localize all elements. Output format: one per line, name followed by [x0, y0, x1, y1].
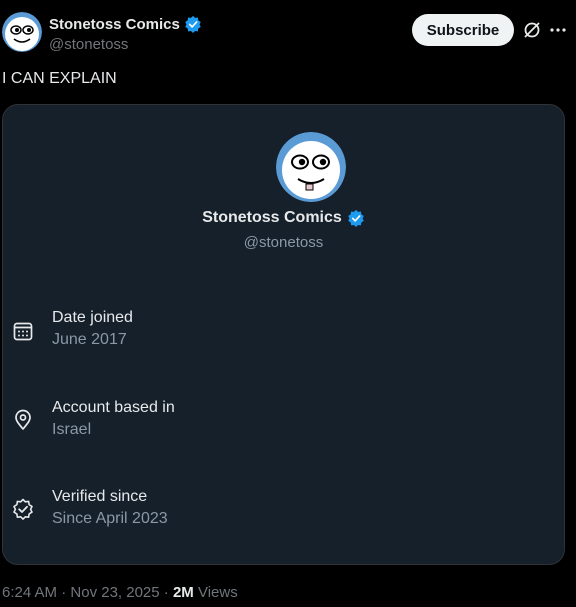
info-value: June 2017 [52, 331, 127, 348]
tweet-date[interactable]: Nov 23, 2025 [70, 584, 159, 601]
tweet-meta: 6:24 AM · Nov 23, 2025 · 2M Views [2, 584, 238, 601]
calendar-icon [13, 322, 33, 341]
card-name-text: Stonetoss Comics [202, 209, 342, 226]
info-label: Date joined [52, 309, 133, 326]
card-avatar [276, 132, 346, 202]
author-name[interactable]: Stonetoss Comics [49, 15, 202, 33]
more-icon[interactable] [548, 19, 568, 41]
tweet-time[interactable]: 6:24 AM [2, 584, 57, 601]
about-account-card: Stonetoss Comics @stonetoss Date joined … [2, 104, 565, 565]
verified-badge-icon [348, 209, 364, 227]
location-pin-icon [15, 409, 31, 430]
info-label: Verified since [52, 488, 148, 505]
info-value: Israel [52, 421, 92, 438]
author-name-text[interactable]: Stonetoss Comics [49, 16, 180, 33]
info-label: Account based in [52, 399, 175, 416]
info-value: Since April 2023 [52, 510, 168, 527]
tweet-text: I CAN EXPLAIN [2, 70, 117, 87]
views-count: 2M [172, 584, 194, 601]
grok-icon[interactable] [521, 19, 543, 41]
verified-badge-icon [185, 15, 201, 33]
card-handle: @stonetoss [243, 234, 324, 251]
subscribe-button[interactable]: Subscribe [412, 14, 514, 46]
card-display-name: Stonetoss Comics [3, 209, 564, 227]
views-label: Views [197, 584, 238, 601]
author-avatar[interactable] [2, 12, 42, 52]
author-handle[interactable]: @stonetoss [49, 36, 128, 53]
verified-badge-icon [13, 498, 33, 520]
